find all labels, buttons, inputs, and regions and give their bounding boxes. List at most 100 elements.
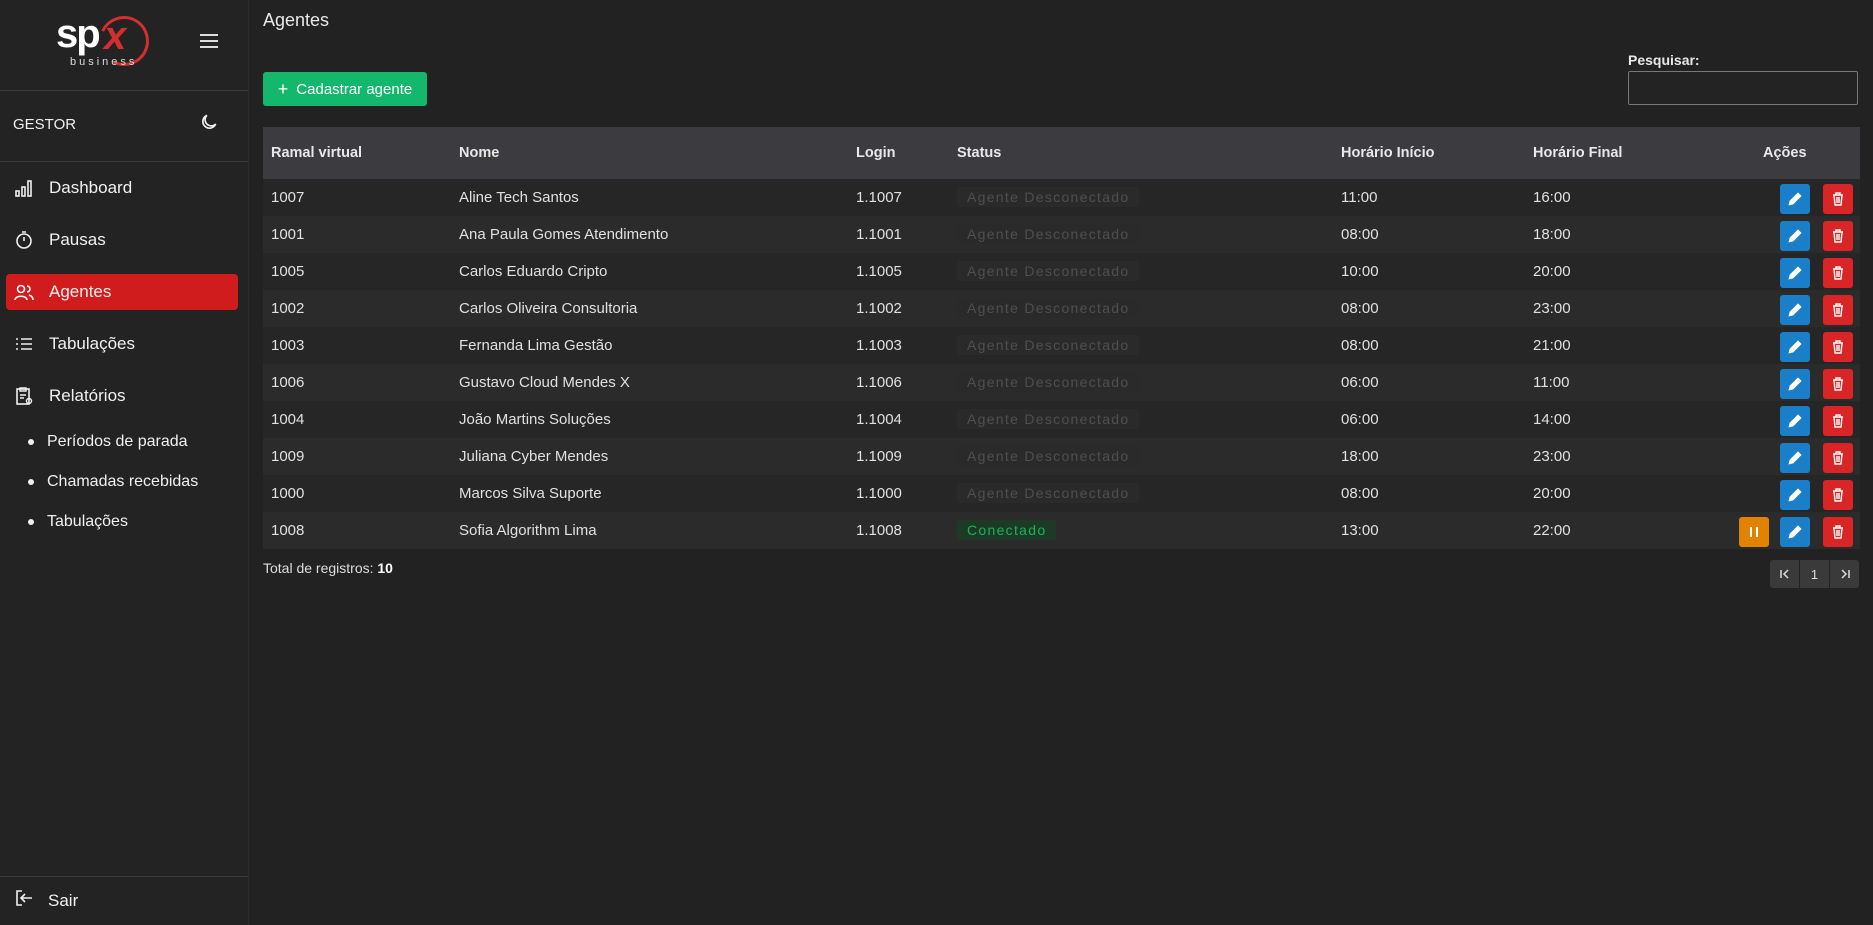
agents-table: Ramal virtual Nome Login Status Horário … [263,127,1860,549]
logout-button[interactable]: Sair [14,888,78,913]
cell-login: 1.1007 [856,189,902,206]
col-status[interactable]: Status [957,145,1001,161]
logo[interactable]: sp x business [52,8,157,74]
cell-ramal: 1000 [271,485,305,502]
logout-label: Sair [48,890,79,910]
edit-icon[interactable] [1780,184,1810,214]
cell-inicio: 06:00 [1341,374,1379,391]
sidebar-item-pausas[interactable]: Pausas [6,222,238,258]
cell-final: 23:00 [1533,448,1571,465]
edit-icon[interactable] [1780,258,1810,288]
sidebar-item-tabulacoes[interactable]: Tabulações [6,326,238,362]
cell-final: 22:00 [1533,522,1571,539]
sidebar-item-label: Dashboard [49,178,133,197]
status-badge: Agente Desconectado [957,335,1140,355]
cell-inicio: 13:00 [1341,522,1379,539]
cell-login: 1.1000 [856,485,902,502]
cell-login: 1.1004 [856,411,902,428]
edit-icon[interactable] [1780,369,1810,399]
col-nome[interactable]: Nome [459,145,499,161]
sub-item-periodos[interactable]: Períodos de parada [28,433,188,451]
cell-final: 16:00 [1533,189,1571,206]
total-label: Total de registros: [263,560,374,576]
sub-item-label: Chamadas recebidas [47,473,199,490]
table-row: 1009 Juliana Cyber Mendes 1.1009 Agente Des… [263,438,1860,475]
cell-login: 1.1003 [856,337,902,354]
cell-ramal: 1003 [271,337,305,354]
cell-ramal: 1002 [271,300,305,317]
add-agent-label: Cadastrar agente [296,80,413,98]
pause-icon[interactable] [1739,517,1769,547]
sub-item-chamadas[interactable]: Chamadas recebidas [28,473,198,491]
cell-inicio: 08:00 [1341,226,1379,243]
sidebar-item-label: Pausas [49,230,106,249]
delete-icon[interactable] [1823,517,1853,547]
col-inicio[interactable]: Horário Início [1341,145,1434,161]
search-input[interactable] [1628,71,1858,105]
cell-final: 20:00 [1533,485,1571,502]
add-agent-button[interactable]: + Cadastrar agente [263,72,427,106]
delete-icon[interactable] [1823,369,1853,399]
edit-icon[interactable] [1780,295,1810,325]
first-page-icon[interactable] [1770,560,1799,588]
plus-icon: + [277,78,289,99]
edit-icon[interactable] [1780,406,1810,436]
sidebar-item-label: Relatórios [49,386,126,405]
sidebar-item-agentes[interactable]: Agentes [6,274,238,310]
delete-icon[interactable] [1823,184,1853,214]
delete-icon[interactable] [1823,480,1853,510]
edit-icon[interactable] [1780,332,1810,362]
cell-inicio: 10:00 [1341,263,1379,280]
page-number[interactable]: 1 [1800,560,1829,588]
cell-nome: Juliana Cyber Mendes [459,448,609,465]
edit-icon[interactable] [1780,517,1810,547]
cell-login: 1.1008 [856,522,902,539]
delete-icon[interactable] [1823,221,1853,251]
moon-icon[interactable] [199,112,219,132]
cell-ramal: 1008 [271,522,305,539]
sidebar-item-label: Tabulações [49,334,136,353]
sub-item-label: Tabulações [47,513,128,530]
bullet [28,439,34,445]
cell-ramal: 1007 [271,189,305,206]
total-value: 10 [377,560,393,576]
cell-final: 23:00 [1533,300,1571,317]
col-login[interactable]: Login [856,145,895,161]
sub-item-tabulacoes[interactable]: Tabulações [28,513,128,531]
cell-inicio: 08:00 [1341,485,1379,502]
last-page-icon[interactable] [1830,560,1859,588]
bullet [28,519,34,525]
status-badge: Agente Desconectado [957,446,1140,466]
sidebar-item-relatorios[interactable]: Relatórios [6,378,238,414]
delete-icon[interactable] [1823,295,1853,325]
table-row: 1005 Carlos Eduardo Cripto 1.1005 Agente De… [263,253,1860,290]
sidebar-item-dashboard[interactable]: Dashboard [6,170,238,206]
menu-toggle-icon[interactable] [198,30,220,52]
cell-nome: Carlos Oliveira Consultoria [459,300,638,317]
cell-final: 14:00 [1533,411,1571,428]
cell-login: 1.1002 [856,300,902,317]
cell-inicio: 08:00 [1341,300,1379,317]
cell-final: 21:00 [1533,337,1571,354]
col-ramal[interactable]: Ramal virtual [271,145,362,161]
cell-final: 11:00 [1533,374,1570,391]
chart-icon [13,177,35,199]
delete-icon[interactable] [1823,332,1853,362]
report-icon [13,385,35,407]
divider [0,876,248,877]
delete-icon[interactable] [1823,258,1853,288]
delete-icon[interactable] [1823,443,1853,473]
edit-icon[interactable] [1780,443,1810,473]
cell-ramal: 1009 [271,448,305,465]
table-row: 1003 Fernanda Lima Gestão 1.1003 Agente Des… [263,327,1860,364]
edit-icon[interactable] [1780,221,1810,251]
delete-icon[interactable] [1823,406,1853,436]
cell-nome: Aline Tech Santos [459,189,579,206]
table-row: 1004 João Martins Soluções 1.1004 Agente De… [263,401,1860,438]
cell-final: 20:00 [1533,263,1571,280]
cell-login: 1.1009 [856,448,902,465]
edit-icon[interactable] [1780,480,1810,510]
col-final[interactable]: Horário Final [1533,145,1622,161]
logo-subtitle: business [70,56,138,68]
table-row: 1006 Gustavo Cloud Mendes X 1.1006 Agente D… [263,364,1860,401]
